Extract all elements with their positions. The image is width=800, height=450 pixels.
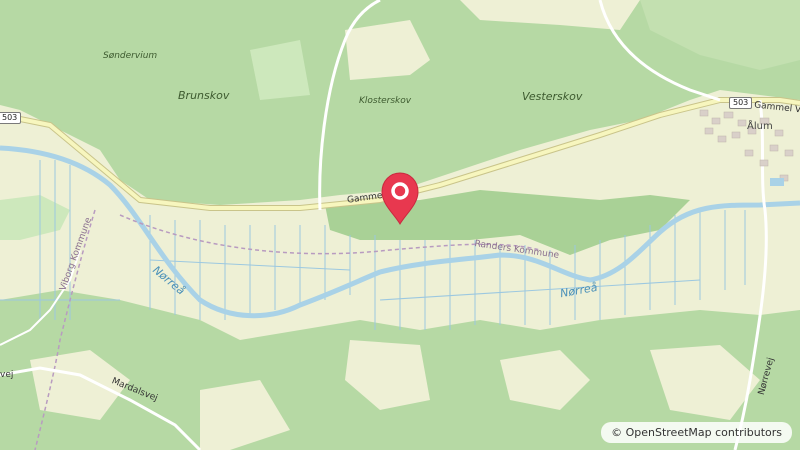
label-brunskov: Brunskov	[178, 89, 230, 102]
label-sondervium: Søndervium	[103, 51, 158, 61]
clearing-area	[250, 40, 310, 100]
attribution-text[interactable]: © OpenStreetMap contributors	[611, 426, 782, 439]
label-alum: Ålum	[747, 121, 773, 132]
label-vej-west: vej	[0, 370, 14, 380]
map-view[interactable]: Søndervium Brunskov Klosterskov Vestersk…	[0, 0, 800, 450]
map-attribution[interactable]: © OpenStreetMap contributors	[601, 422, 792, 443]
map-pin-icon[interactable]	[380, 170, 420, 226]
route-shield-503-east: 503	[729, 97, 753, 109]
pond	[770, 178, 784, 186]
route-shield-503-west: 503	[0, 112, 22, 124]
label-vesterskov: Vesterskov	[522, 90, 583, 103]
label-klosterskov: Klosterskov	[359, 96, 412, 106]
